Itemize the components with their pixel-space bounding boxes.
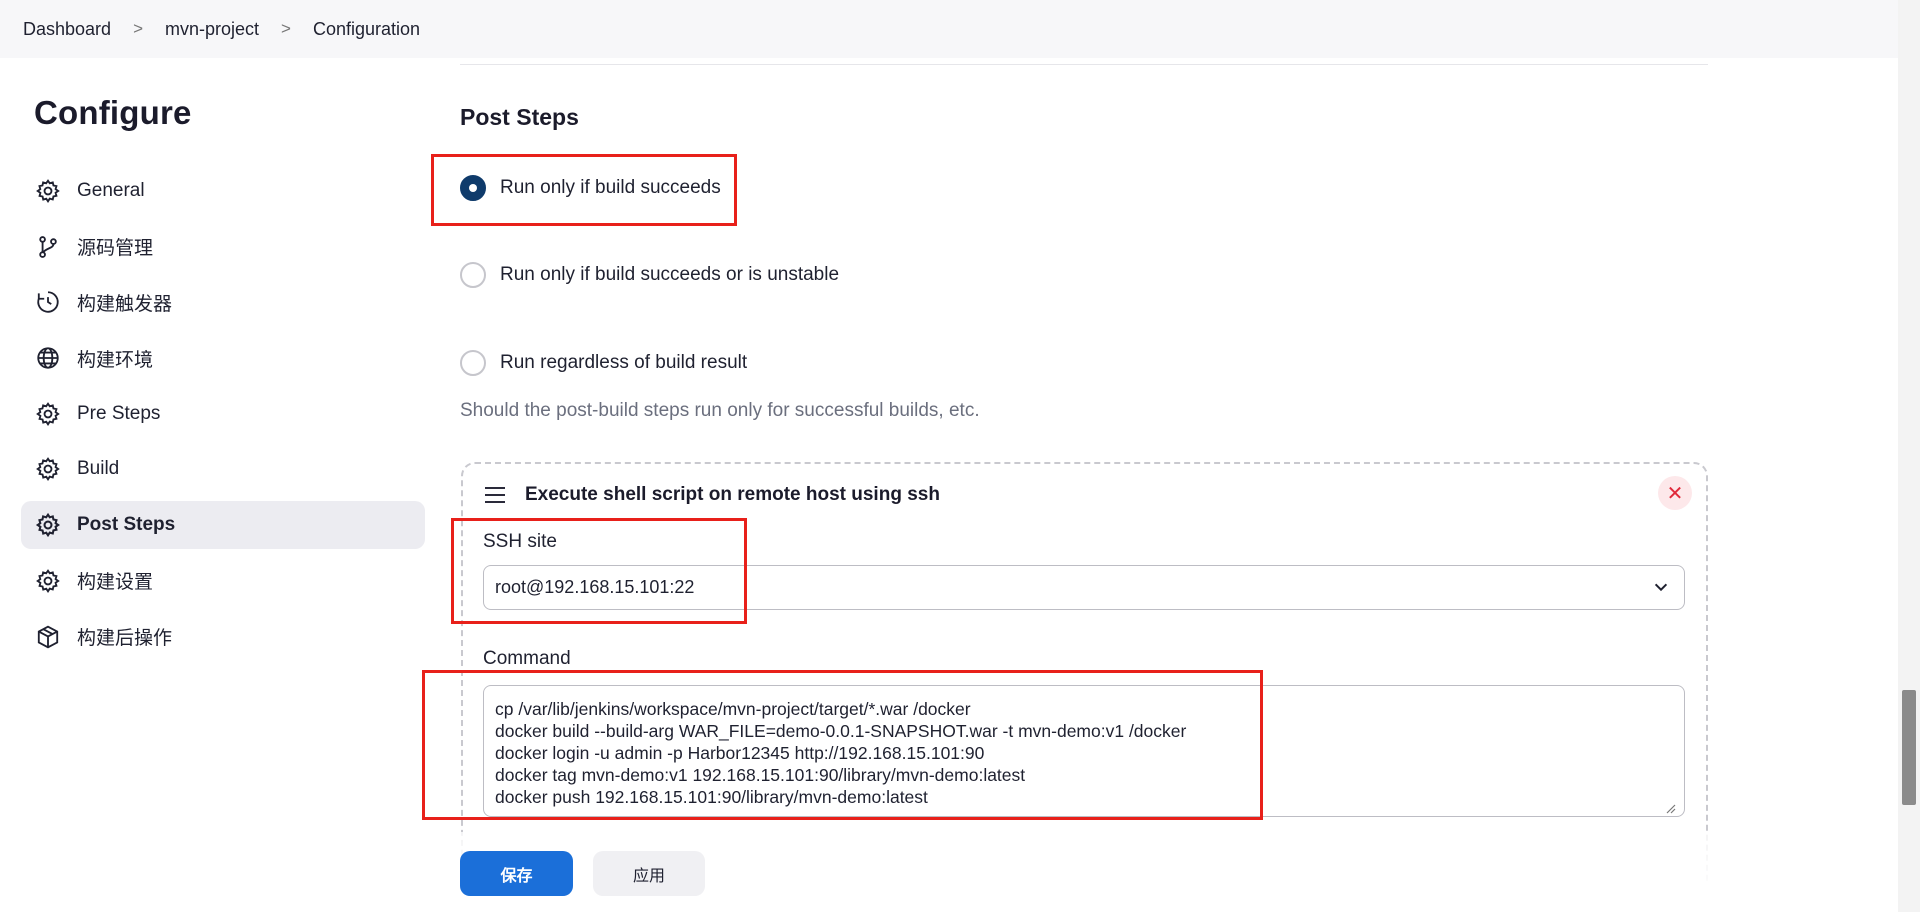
ssh-site-label: SSH site: [483, 531, 557, 552]
scrollbar-thumb[interactable]: [1902, 690, 1916, 805]
page-scrollbar[interactable]: [1898, 0, 1920, 912]
gear-icon: [35, 568, 61, 594]
sidebar-item-pre-steps[interactable]: Pre Steps: [21, 390, 425, 438]
branch-icon: [35, 234, 61, 260]
drag-handle-icon[interactable]: [485, 487, 505, 503]
section-divider: [460, 64, 1708, 65]
breadcrumb-dashboard[interactable]: Dashboard: [23, 19, 111, 40]
builder-card: Execute shell script on remote host usin…: [461, 462, 1708, 882]
ssh-site-select[interactable]: root@192.168.15.101:22: [483, 565, 1685, 610]
chevron-down-icon: [1654, 583, 1668, 592]
apply-button[interactable]: 应用: [593, 851, 705, 896]
sidebar-item-post-steps[interactable]: Post Steps: [21, 501, 425, 550]
sidebar-item-build-environment[interactable]: 构建环境: [21, 334, 425, 382]
sidebar-item-label: Pre Steps: [77, 402, 161, 424]
radio-button[interactable]: [460, 175, 486, 201]
section-title: Post Steps: [460, 104, 579, 130]
breadcrumb-configuration[interactable]: Configuration: [313, 19, 420, 40]
breadcrumb-project[interactable]: mvn-project: [165, 19, 259, 40]
gear-icon: [35, 512, 61, 538]
sidebar-item-post-build-actions[interactable]: 构建后操作: [21, 613, 425, 661]
sidebar-item-general[interactable]: General: [21, 167, 425, 215]
breadcrumb: Dashboard > mvn-project > Configuration: [0, 0, 1898, 58]
help-text: Should the post-build steps run only for…: [460, 400, 980, 421]
radio-label: Run only if build succeeds or is unstabl…: [500, 264, 840, 285]
radio-option-regardless[interactable]: Run regardless of build result: [460, 350, 747, 376]
gear-icon: [35, 401, 61, 427]
sidebar-nav: General 源码管理 构建触发器 构建环境 Pre Steps Build: [21, 167, 425, 668]
close-icon: ✕: [1666, 482, 1684, 505]
radio-option-success[interactable]: Run only if build succeeds: [460, 175, 721, 201]
sidebar-item-label: General: [77, 180, 145, 201]
gear-icon: [35, 178, 61, 204]
gear-icon: [35, 456, 61, 482]
package-icon: [35, 624, 61, 650]
command-label: Command: [483, 648, 571, 669]
sidebar-item-label: Build: [77, 458, 120, 480]
sidebar-item-label: 构建环境: [77, 349, 154, 371]
sidebar-item-label: 源码管理: [77, 238, 154, 260]
sidebar-item-label: Post Steps: [77, 514, 176, 536]
sidebar-item-label: 构建触发器: [77, 293, 173, 315]
sidebar-item-build-triggers[interactable]: 构建触发器: [21, 278, 425, 326]
sidebar-item-build-settings[interactable]: 构建设置: [21, 557, 425, 605]
resize-grip-icon[interactable]: [1664, 802, 1676, 814]
save-button[interactable]: 保存: [460, 851, 573, 896]
breadcrumb-separator: >: [281, 19, 291, 38]
radio-button[interactable]: [460, 262, 486, 288]
builder-header: Execute shell script on remote host usin…: [485, 484, 940, 506]
command-textarea[interactable]: cp /var/lib/jenkins/workspace/mvn-projec…: [483, 685, 1685, 817]
radio-label: Run only if build succeeds: [500, 177, 721, 198]
delete-builder-button[interactable]: ✕: [1658, 476, 1692, 510]
clock-icon: [35, 289, 61, 315]
sidebar-item-source-control[interactable]: 源码管理: [21, 223, 425, 271]
ssh-site-value: root@192.168.15.101:22: [495, 577, 695, 597]
sidebar-item-label: 构建设置: [77, 572, 154, 594]
sidebar-item-build[interactable]: Build: [21, 445, 425, 493]
sidebar-item-label: 构建后操作: [77, 628, 173, 649]
breadcrumb-separator: >: [133, 19, 143, 38]
globe-icon: [35, 345, 61, 371]
radio-option-unstable[interactable]: Run only if build succeeds or is unstabl…: [460, 262, 839, 288]
radio-button[interactable]: [460, 350, 486, 376]
radio-label: Run regardless of build result: [500, 352, 748, 373]
builder-title: Execute shell script on remote host usin…: [525, 484, 940, 505]
page-title: Configure: [34, 94, 192, 131]
